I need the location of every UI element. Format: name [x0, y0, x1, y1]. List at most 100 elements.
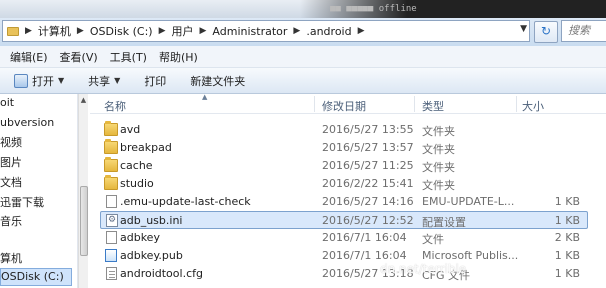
breadcrumb-osdisk[interactable]: OSDisk (C:) [87, 25, 156, 38]
file-row[interactable]: adbkey.pub 2016/7/1 16:04 Microsoft Publ… [100, 247, 588, 265]
command-bar: 打开 ▼ 共享 ▼ 打印 新建文件夹 [0, 68, 606, 94]
scrollbar-thumb[interactable] [80, 186, 88, 256]
column-modified[interactable]: 修改日期 [322, 98, 366, 114]
file-modified: 2016/7/1 16:04 [322, 249, 407, 262]
file-name: breakpad [120, 141, 172, 154]
file-name: adbkey.pub [120, 249, 183, 262]
navigation-pane: oit ubversion 视频 图片 文档 迅雷下载 音乐 算机 OSDisk… [0, 94, 78, 288]
file-modified: 2016/2/22 15:41 [322, 177, 414, 190]
column-header-row: ▲ 名称 修改日期 类型 大小 [90, 93, 606, 114]
chevron-right-icon[interactable]: ▶ [197, 26, 210, 36]
open-button[interactable]: 打开 ▼ [14, 73, 64, 89]
file-list: ▲ 名称 修改日期 类型 大小 avd 2016/5/27 13:55 文件夹 … [90, 93, 606, 288]
chevron-right-icon[interactable]: ▶ [290, 26, 303, 36]
chevron-right-icon[interactable]: ▶ [156, 26, 169, 36]
column-name[interactable]: 名称 [104, 98, 126, 114]
column-size[interactable]: 大小 [522, 98, 544, 114]
file-icon [106, 195, 117, 208]
folder-icon [7, 26, 19, 36]
new-folder-button[interactable]: 新建文件夹 [190, 73, 245, 89]
file-type: 文件夹 [422, 161, 455, 174]
file-modified: 2016/5/27 14:16 [322, 195, 414, 208]
chevron-down-icon: ▼ [58, 76, 65, 85]
sort-ascending-icon: ▲ [202, 93, 208, 101]
menu-tools[interactable]: 工具(T) [104, 49, 153, 65]
folder-icon [104, 121, 118, 136]
nav-item-pictures[interactable]: 图片 [0, 154, 22, 170]
file-row[interactable]: breakpad 2016/5/27 13:57 文件夹 [100, 139, 588, 157]
file-size: 1 KB [554, 267, 580, 280]
breadcrumb-computer[interactable]: 计算机 [35, 23, 74, 39]
nav-item-documents[interactable]: 文档 [0, 174, 22, 190]
file-name: androidtool.cfg [120, 267, 203, 280]
column-type[interactable]: 类型 [422, 98, 444, 114]
file-name: .emu-update-last-check [120, 195, 251, 208]
nav-item-music[interactable]: 音乐 [0, 213, 22, 229]
share-button[interactable]: 共享 ▼ [88, 73, 120, 89]
share-label: 共享 [88, 74, 111, 88]
watermark: dn.net/terrible [380, 262, 467, 276]
menu-edit[interactable]: 编辑(E) [4, 49, 54, 65]
file-size: 1 KB [554, 214, 580, 227]
file-name: cache [120, 159, 153, 172]
nav-item-subversion[interactable]: ubversion [0, 116, 54, 129]
nav-item-thunder-downloads[interactable]: 迅雷下载 [0, 194, 44, 210]
file-size: 1 KB [554, 249, 580, 262]
nav-item-osdisk[interactable]: OSDisk (C:) [0, 268, 72, 286]
file-modified: 2016/5/27 13:57 [322, 141, 414, 154]
file-modified: 2016/5/27 11:25 [322, 159, 414, 172]
background-terminal-text: ■■ ■■■■■ offline [330, 4, 417, 14]
file-row-selected[interactable]: adb_usb.ini 2016/5/27 12:52 配置设置 1 KB [100, 211, 588, 229]
file-icon [106, 231, 117, 244]
navigation-scrollbar[interactable]: ▲ [78, 94, 88, 288]
file-type: 文件夹 [422, 125, 455, 138]
file-size: 1 KB [554, 195, 580, 208]
column-divider[interactable] [516, 96, 517, 112]
file-name: adb_usb.ini [120, 214, 183, 227]
refresh-button[interactable]: ↻ [534, 21, 558, 43]
breadcrumb-administrator[interactable]: Administrator [209, 25, 290, 38]
chevron-right-icon[interactable]: ▶ [355, 26, 368, 36]
column-divider[interactable] [414, 96, 415, 112]
print-button[interactable]: 打印 [144, 73, 166, 89]
file-row[interactable]: androidtool.cfg 2016/5/27 13:18 CFG 文件 1… [100, 265, 588, 283]
background-window-strip: ■■ ■■■■■ offline [0, 0, 606, 18]
nav-item-git[interactable]: oit [0, 96, 14, 109]
file-row[interactable]: adbkey 2016/7/1 16:04 文件 2 KB [100, 229, 588, 247]
nav-item-videos[interactable]: 视频 [0, 134, 22, 150]
address-bar[interactable]: ▶ 计算机 ▶ OSDisk (C:) ▶ 用户 ▶ Administrator… [2, 20, 530, 42]
folder-icon [104, 139, 118, 154]
file-size: 2 KB [554, 231, 580, 244]
address-dropdown-icon[interactable]: ▼ [520, 24, 527, 34]
file-type: 文件 [422, 233, 444, 246]
file-modified: 2016/5/27 13:55 [322, 123, 414, 136]
column-divider[interactable] [314, 96, 315, 112]
open-icon [14, 73, 28, 88]
nav-item-computer[interactable]: 算机 [0, 250, 22, 266]
file-type: 文件夹 [422, 179, 455, 192]
file-modified: 2016/7/1 16:04 [322, 231, 407, 244]
menu-bar: 编辑(E) 查看(V) 工具(T) 帮助(H) [0, 46, 606, 68]
breadcrumb-android[interactable]: .android [303, 25, 354, 38]
file-name: studio [120, 177, 154, 190]
file-row[interactable]: avd 2016/5/27 13:55 文件夹 [100, 121, 588, 139]
folder-icon [104, 175, 118, 190]
file-row[interactable]: studio 2016/2/22 15:41 文件夹 [100, 175, 588, 193]
file-name: adbkey [120, 231, 160, 244]
print-label: 打印 [144, 74, 167, 88]
file-type: Microsoft Publis... [422, 249, 519, 262]
file-type: 配置设置 [422, 216, 466, 229]
open-label: 打开 [32, 74, 54, 88]
chevron-right-icon[interactable]: ▶ [74, 26, 87, 36]
menu-help[interactable]: 帮助(H) [153, 49, 204, 65]
menu-view[interactable]: 查看(V) [54, 49, 104, 65]
ini-file-icon [106, 214, 118, 227]
breadcrumb-users[interactable]: 用户 [169, 23, 197, 39]
search-input[interactable]: 搜索 .andr [561, 20, 606, 57]
file-name: avd [120, 123, 141, 136]
file-row[interactable]: .emu-update-last-check 2016/5/27 14:16 E… [100, 193, 588, 211]
file-row[interactable]: cache 2016/5/27 11:25 文件夹 [100, 157, 588, 175]
scroll-up-icon[interactable]: ▲ [79, 96, 88, 104]
file-modified: 2016/5/27 12:52 [322, 214, 414, 227]
chevron-right-icon[interactable]: ▶ [22, 26, 35, 36]
